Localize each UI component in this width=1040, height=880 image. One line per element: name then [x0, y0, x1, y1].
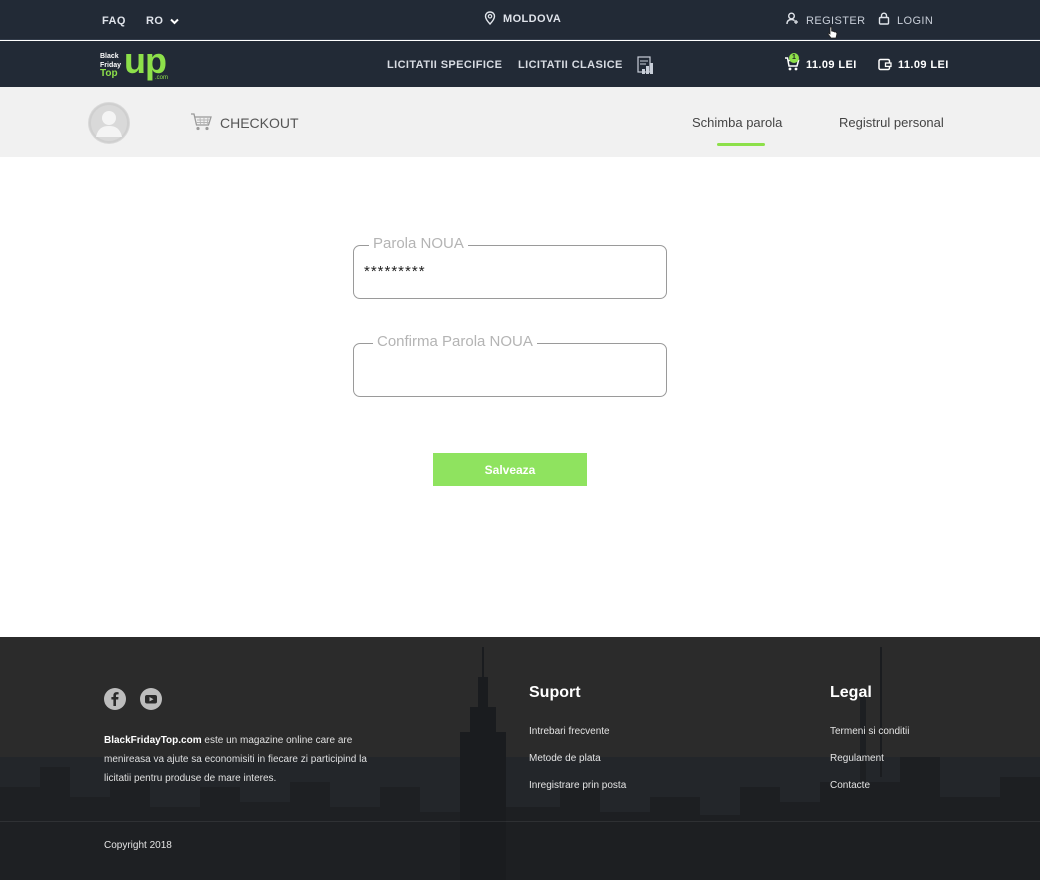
- top-bar: FAQ RO MOLDOVA REGISTER LOGIN: [0, 0, 1040, 40]
- confirm-password-label: Confirma Parola NOUA: [373, 333, 537, 350]
- logo-text-black: Black: [100, 53, 119, 60]
- confirm-password-field[interactable]: Confirma Parola NOUA: [353, 333, 667, 397]
- wallet-icon[interactable]: [878, 58, 892, 71]
- user-avatar-icon: [89, 103, 129, 143]
- chevron-down-icon: [170, 18, 179, 25]
- wallet-amount[interactable]: 11.09 LEI: [898, 59, 949, 71]
- cart-amount[interactable]: 11.09 LEI: [806, 59, 857, 71]
- language-label: RO: [146, 15, 164, 27]
- footer-link-regulament[interactable]: Regulament: [830, 753, 884, 764]
- lock-icon: [878, 12, 890, 25]
- footer-divider: [0, 821, 1040, 822]
- footer-support-title: Suport: [529, 684, 581, 701]
- login-link[interactable]: LOGIN: [897, 15, 933, 27]
- user-add-icon: [786, 12, 798, 25]
- auction-report-icon[interactable]: [637, 56, 656, 76]
- nav-link-licitatii-clasice[interactable]: LICITATII CLASICE: [518, 59, 623, 71]
- checkout-link[interactable]: CHECKOUT: [220, 115, 299, 131]
- location-pin-icon: [484, 11, 496, 25]
- site-logo[interactable]: Black Friday Top up .com: [100, 40, 180, 82]
- profile-bar: CHECKOUT Schimba parola Registrul person…: [0, 87, 1040, 157]
- new-password-field[interactable]: Parola NOUA: [353, 235, 667, 299]
- nav-link-licitatii-specifice[interactable]: LICITATII SPECIFICE: [387, 59, 502, 71]
- footer-about-text: BlackFridayTop.com este un magazine onli…: [104, 731, 374, 788]
- active-tab-indicator: [717, 143, 765, 146]
- new-password-label: Parola NOUA: [369, 235, 468, 252]
- tab-registrul-personal[interactable]: Registrul personal: [839, 115, 944, 130]
- footer-link-inregistrare-prin-posta[interactable]: Inregistrare prin posta: [529, 780, 626, 791]
- footer: BlackFridayTop.com este un magazine onli…: [0, 637, 1040, 880]
- language-selector[interactable]: RO: [146, 15, 179, 27]
- new-password-input[interactable]: [364, 260, 654, 282]
- footer-link-metode-de-plata[interactable]: Metode de plata: [529, 753, 601, 764]
- confirm-password-input[interactable]: [364, 358, 654, 380]
- tab-schimba-parola[interactable]: Schimba parola: [692, 115, 782, 130]
- facebook-icon[interactable]: [104, 688, 126, 710]
- pointer-cursor-icon: [827, 26, 838, 39]
- shopping-cart-icon: [191, 113, 212, 131]
- footer-brand-name: BlackFridayTop.com: [104, 735, 202, 746]
- main-nav-bar: Black Friday Top up .com LICITATII SPECI…: [0, 40, 1040, 87]
- logo-text-top: Top: [100, 68, 118, 79]
- youtube-icon[interactable]: [140, 688, 162, 710]
- footer-copyright: Copyright 2018: [104, 840, 172, 851]
- avatar[interactable]: [88, 102, 130, 144]
- location-label[interactable]: MOLDOVA: [503, 13, 561, 25]
- footer-legal-title: Legal: [830, 684, 872, 701]
- footer-link-contacte[interactable]: Contacte: [830, 780, 870, 791]
- cart-badge: 1: [789, 53, 799, 63]
- faq-link[interactable]: FAQ: [102, 15, 126, 27]
- save-button[interactable]: Salveaza: [433, 453, 587, 486]
- footer-link-intrebari-frecvente[interactable]: Intrebari frecvente: [529, 726, 610, 737]
- logo-text-com: .com: [155, 75, 169, 81]
- footer-link-termeni-si-conditii[interactable]: Termeni si conditii: [830, 726, 909, 737]
